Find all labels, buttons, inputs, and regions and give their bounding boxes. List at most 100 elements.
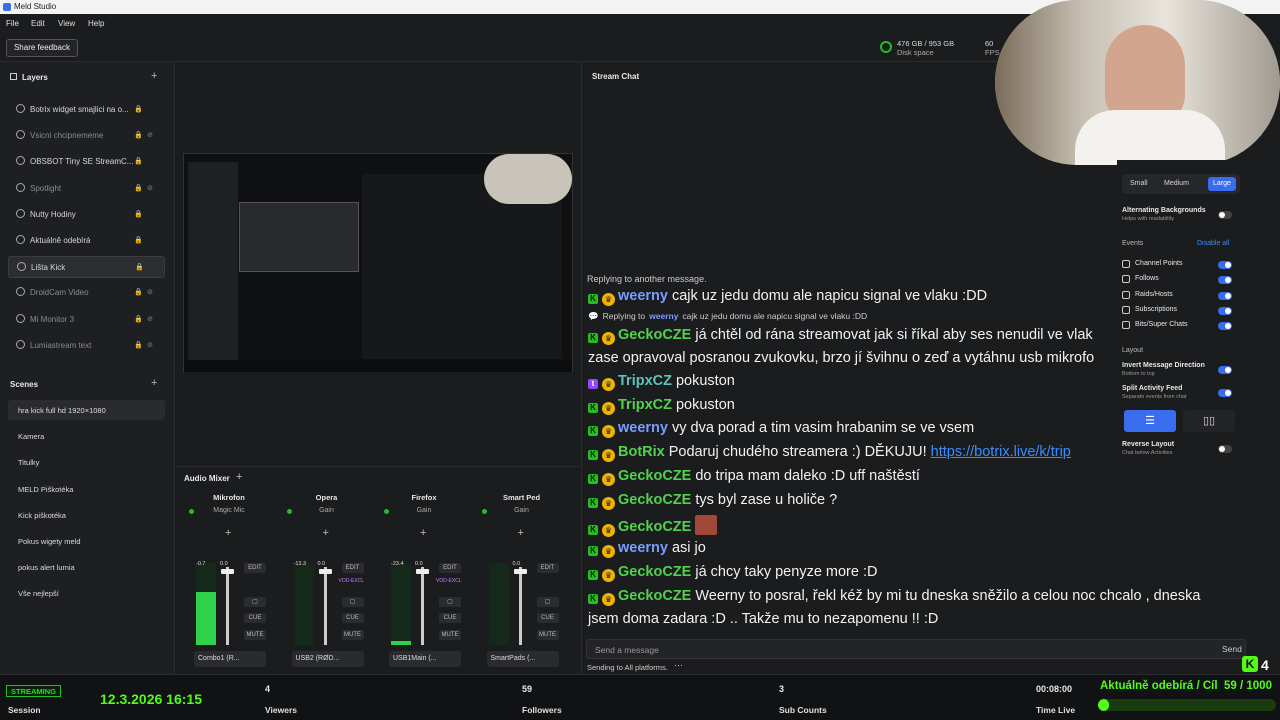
device-select[interactable]: USB1Main (... <box>389 651 461 667</box>
scene-item[interactable]: hra kick full hd 1920×1080 <box>8 400 165 420</box>
add-filter-button[interactable]: + <box>420 527 426 539</box>
event-toggle[interactable] <box>1218 261 1232 269</box>
lock-icon[interactable]: 🔒 <box>135 263 144 271</box>
layer-item[interactable]: OBSBOT Tiny SE StreamC... 🔒 <box>8 151 165 173</box>
size-medium-option[interactable]: Medium <box>1164 180 1189 187</box>
cue-button[interactable]: CUE <box>341 613 364 623</box>
mute-button[interactable]: MUTE <box>536 630 559 640</box>
lock-icon[interactable]: 🔒 <box>134 236 143 244</box>
event-toggle[interactable] <box>1218 306 1232 315</box>
chat-message[interactable]: K ♛ GeckoCZE Weerny to posral, řekl kéž by … <box>588 588 1200 606</box>
size-small-option[interactable]: Small <box>1130 180 1148 187</box>
channel-name[interactable]: Smart Ped <box>477 493 567 502</box>
chat-username[interactable]: weerny <box>618 540 668 556</box>
size-large-option[interactable]: Large <box>1208 177 1236 191</box>
alt-bg-toggle[interactable] <box>1218 211 1232 219</box>
eye-off-icon[interactable]: ⊘ <box>147 131 153 139</box>
scene-item[interactable]: Titulky <box>8 452 165 472</box>
device-select[interactable]: SmartPads (... <box>486 651 559 667</box>
volume-fader[interactable] <box>318 567 332 645</box>
layer-item[interactable]: Lumiastream text 🔒 ⊘ <box>8 335 165 357</box>
monitor-button[interactable]: ▢ <box>536 597 559 607</box>
mute-button[interactable]: MUTE <box>244 630 266 640</box>
share-feedback-button[interactable]: Share feedback <box>6 39 78 57</box>
eye-off-icon[interactable]: ⊘ <box>147 288 153 296</box>
cue-button[interactable]: CUE <box>439 613 461 623</box>
lock-icon[interactable]: 🔒 <box>134 315 143 323</box>
fader-knob[interactable] <box>221 569 234 574</box>
event-toggle[interactable] <box>1218 322 1232 331</box>
chat-message[interactable]: K ♛ weerny asi jo <box>588 540 706 558</box>
edit-button[interactable]: EDIT <box>439 563 461 573</box>
layer-item[interactable]: DroidCam Video 🔒 ⊘ <box>8 282 165 304</box>
scene-item[interactable]: pokus alert lumia <box>8 557 165 577</box>
volume-fader[interactable] <box>416 567 429 645</box>
layer-item[interactable]: Spotlight 🔒 ⊘ <box>8 178 165 200</box>
invert-toggle[interactable] <box>1218 366 1232 374</box>
chat-message[interactable]: K ♛ GeckoCZE já chcy taky penyze more :D <box>588 564 877 582</box>
edit-button[interactable]: EDIT <box>341 563 364 573</box>
add-filter-button[interactable]: + <box>518 527 524 539</box>
chat-username[interactable]: weerny <box>618 288 668 304</box>
platform-options-icon[interactable]: ⋯ <box>674 660 683 671</box>
message-input[interactable]: Send a message <box>595 645 659 655</box>
menu-file[interactable]: File <box>6 19 19 28</box>
scene-item[interactable]: Kamera <box>8 426 165 446</box>
disable-all-button[interactable]: Disable all <box>1197 240 1229 247</box>
menu-help[interactable]: Help <box>88 19 104 28</box>
monitor-button[interactable]: ▢ <box>341 597 364 607</box>
fader-knob[interactable] <box>513 569 527 574</box>
edit-button[interactable]: EDIT <box>244 563 266 573</box>
lock-icon[interactable]: 🔒 <box>134 131 143 139</box>
layer-item[interactable]: Mi Monitor 3 🔒 ⊘ <box>8 309 165 331</box>
event-toggle[interactable] <box>1218 291 1232 300</box>
mute-button[interactable]: MUTE <box>439 630 461 640</box>
chat-username[interactable]: GeckoCZE <box>618 588 691 604</box>
split-toggle[interactable] <box>1218 389 1232 397</box>
stream-preview[interactable] <box>183 153 573 372</box>
event-toggle[interactable] <box>1218 276 1232 285</box>
add-layer-button[interactable]: + <box>151 70 157 82</box>
menu-edit[interactable]: Edit <box>31 19 45 28</box>
chat-username[interactable]: GeckoCZE <box>618 519 691 535</box>
chat-username[interactable]: GeckoCZE <box>618 468 691 484</box>
scene-item[interactable]: MELD Piškotéka <box>8 479 165 499</box>
chat-message[interactable]: t ♛ TripxCZ pokuston <box>588 373 735 391</box>
channel-name[interactable]: Opera <box>282 493 372 502</box>
eye-off-icon[interactable]: ⊘ <box>147 341 153 349</box>
lock-icon[interactable]: 🔒 <box>134 184 143 192</box>
volume-fader[interactable] <box>221 567 234 645</box>
scene-item[interactable]: Kick piškotéka <box>8 505 165 525</box>
chat-message[interactable]: K ♛ GeckoCZE já chtěl od rána streamovat ja… <box>588 327 1093 345</box>
channel-filter[interactable]: Magic Mic <box>184 507 274 514</box>
chat-username[interactable]: weerny <box>618 420 668 436</box>
monitor-button[interactable]: ▢ <box>439 597 461 607</box>
chat-username[interactable]: GeckoCZE <box>618 327 691 343</box>
add-filter-button[interactable]: + <box>323 527 329 539</box>
chat-username[interactable]: TripxCZ <box>618 397 672 413</box>
channel-filter[interactable]: Gain <box>477 507 567 514</box>
eye-off-icon[interactable]: ⊘ <box>147 315 153 323</box>
lock-icon[interactable]: 🔒 <box>134 288 143 296</box>
fader-knob[interactable] <box>318 569 332 574</box>
channel-name[interactable]: Mikrofon <box>184 493 274 502</box>
cue-button[interactable]: CUE <box>536 613 559 623</box>
volume-fader[interactable] <box>513 567 527 645</box>
lock-icon[interactable]: 🔒 <box>134 210 143 218</box>
chat-message[interactable]: K ♛ GeckoCZE <box>588 515 718 537</box>
edit-button[interactable]: EDIT <box>536 563 559 573</box>
cue-button[interactable]: CUE <box>244 613 266 623</box>
chat-username[interactable]: GeckoCZE <box>618 492 691 508</box>
chat-message[interactable]: K ♛ GeckoCZE do tripa mam daleko :D uff naš… <box>588 468 920 486</box>
eye-off-icon[interactable]: ⊘ <box>147 184 153 192</box>
chat-link[interactable]: https://botrix.live/k/trip <box>931 444 1071 460</box>
send-button[interactable]: Send <box>1222 644 1242 654</box>
chat-username[interactable]: BotRix <box>618 444 665 460</box>
layer-item[interactable]: Botrix widget smajlici na o... 🔒 <box>8 99 165 121</box>
chat-message[interactable]: K ♛ TripxCZ pokuston <box>588 397 735 415</box>
lock-icon[interactable]: 🔒 <box>134 105 143 113</box>
reverse-toggle[interactable] <box>1218 445 1232 453</box>
menu-view[interactable]: View <box>58 19 75 28</box>
layer-item[interactable]: Nutty Hodiny 🔒 <box>8 204 165 226</box>
scene-item[interactable]: Vše nejlepší <box>8 583 165 603</box>
